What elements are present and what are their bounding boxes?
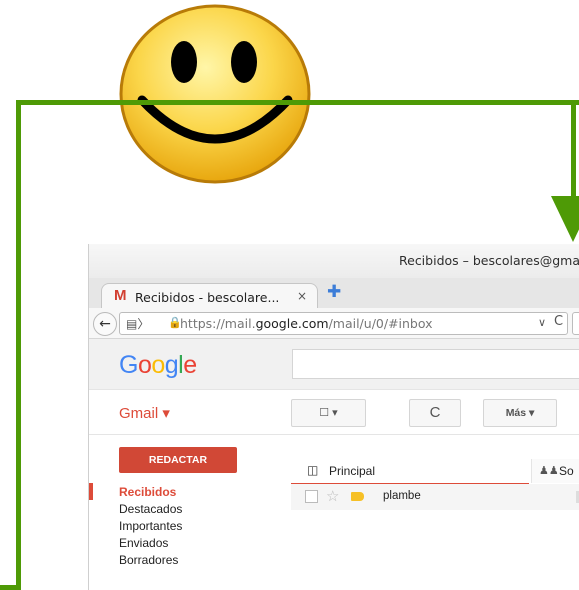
nav-item-starred[interactable]: Destacados — [119, 502, 182, 516]
tab-title: Recibidos - bescolare... — [135, 290, 280, 305]
label-tag-icon[interactable] — [351, 492, 364, 501]
tab-primary-label: Principal — [329, 464, 376, 478]
mail-search-input[interactable] — [292, 349, 579, 379]
inbox-tabs: ◫ Principal ♟♟ So — [291, 459, 579, 486]
bookmarks-icon[interactable]: ▤〉 — [126, 315, 149, 332]
tab-social-label: So — [559, 464, 574, 478]
connector-line-bottom — [0, 585, 21, 590]
nav-item-sent[interactable]: Enviados — [119, 536, 168, 550]
smiley-face-icon — [119, 4, 311, 184]
connector-line-left — [16, 100, 21, 590]
back-arrow-icon[interactable]: ← — [93, 312, 117, 336]
table-row[interactable]: ☆ plambe — [291, 484, 579, 510]
tab-social[interactable]: ♟♟ So — [531, 459, 579, 483]
select-button[interactable]: ☐ ▾ — [291, 399, 366, 427]
logo-letter: g — [164, 351, 179, 379]
connector-line-top — [16, 100, 579, 105]
window-title: Recibidos – bescolares@gma — [399, 253, 579, 268]
more-button[interactable]: Más ▾ — [483, 399, 557, 427]
gmail-m-icon: M — [114, 287, 127, 304]
logo-letter: e — [183, 351, 197, 379]
close-tab-icon[interactable]: × — [297, 289, 307, 303]
people-icon: ♟♟ — [539, 464, 559, 477]
google-header: Google — [89, 339, 579, 390]
nav-item-drafts[interactable]: Borradores — [119, 553, 178, 567]
star-icon[interactable]: ☆ — [326, 487, 339, 505]
tab-primary[interactable]: ◫ Principal — [291, 459, 529, 486]
row-checkbox[interactable] — [305, 490, 318, 503]
connector-line-right — [571, 100, 576, 200]
arrow-down-icon — [551, 196, 579, 242]
compose-button[interactable]: REDACTAR — [119, 447, 237, 473]
chevron-down-icon[interactable]: ∨ — [538, 316, 546, 329]
browser-window: Recibidos – bescolares@gma M Recibidos -… — [88, 244, 579, 590]
gmail-page: Google Gmail ▾ ☐ ▾ C Más ▾ REDACTAR Reci… — [89, 339, 579, 590]
nav-item-important[interactable]: Importantes — [119, 519, 182, 533]
url-text: https://mail.google.com/mail/u/0/#inbox — [180, 316, 433, 331]
mail-toolbar: Gmail ▾ ☐ ▾ C Más ▾ — [89, 390, 579, 435]
gmail-menu[interactable]: Gmail ▾ — [119, 404, 170, 422]
logo-letter: o — [137, 351, 152, 379]
tab-strip: M Recibidos - bescolare... × ✚ — [89, 278, 579, 309]
title-bar: Recibidos – bescolares@gma — [89, 244, 579, 279]
google-logo[interactable]: Google — [119, 351, 197, 380]
new-tab-icon[interactable]: ✚ — [327, 282, 341, 302]
browser-tab-inbox[interactable]: M Recibidos - bescolare... × — [101, 283, 318, 309]
url-bar[interactable]: ▤〉 🔒 https://mail.google.com/mail/u/0/#i… — [119, 312, 568, 335]
row-sender: plambe — [383, 490, 421, 502]
navigation-bar: ← ▤〉 🔒 https://mail.google.com/mail/u/0/… — [89, 308, 579, 339]
nav-item-inbox[interactable]: Recibidos — [119, 485, 176, 499]
reload-icon[interactable]: C — [554, 314, 563, 329]
logo-letter: o — [151, 351, 165, 379]
search-box[interactable] — [572, 312, 579, 335]
active-nav-marker — [89, 483, 93, 500]
logo-letter: G — [119, 351, 138, 379]
refresh-button[interactable]: C — [409, 399, 461, 427]
inbox-icon: ◫ — [307, 463, 319, 477]
